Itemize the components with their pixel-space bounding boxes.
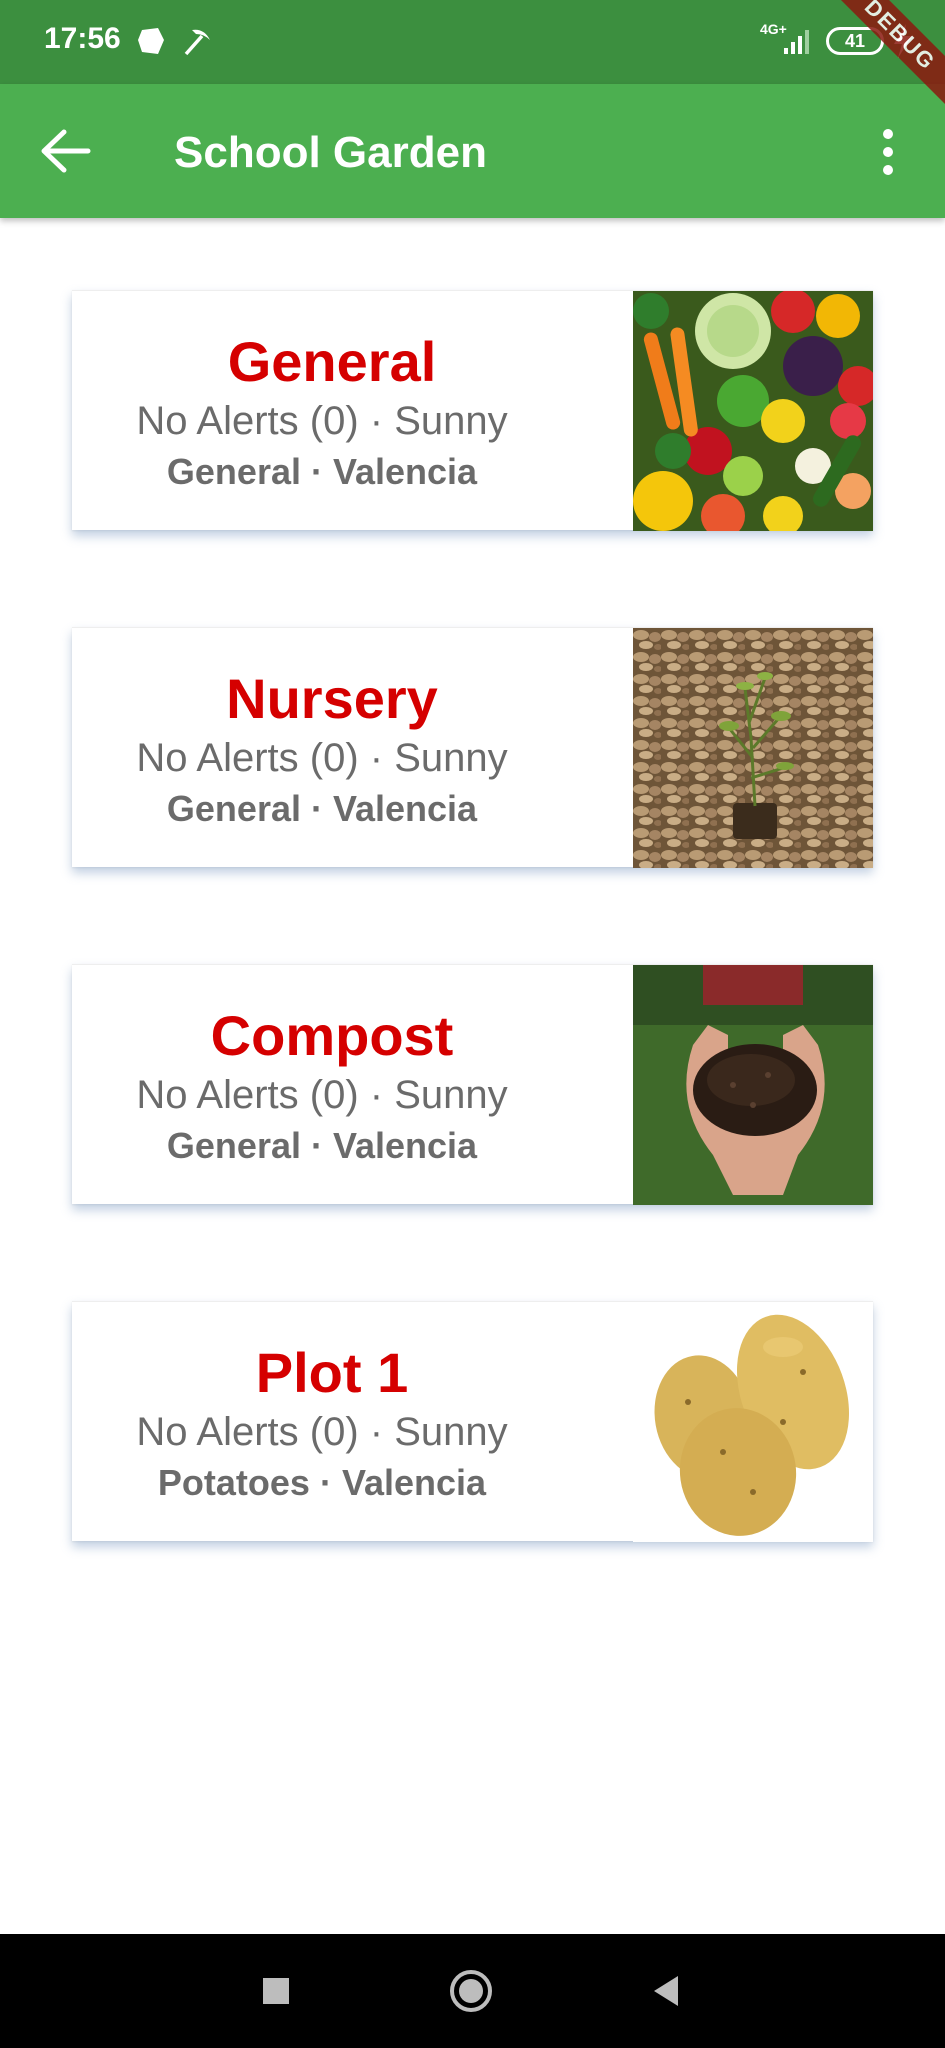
card-alerts: No Alerts (0) · Sunny — [136, 736, 508, 780]
card-text: Plot 1 No Alerts (0) · Sunny Potatoes · … — [72, 1302, 572, 1542]
vegetables-image — [633, 291, 873, 531]
card-alerts: No Alerts (0) · Sunny — [136, 1410, 508, 1454]
card-title: Nursery — [226, 667, 438, 730]
status-bar: 17:56 4G+ 41 — [0, 0, 945, 84]
card-alerts: No Alerts (0) · Sunny — [136, 399, 508, 443]
card-title: Compost — [210, 1004, 454, 1067]
more-options-icon[interactable] — [870, 122, 906, 182]
back-arrow-icon[interactable] — [38, 126, 92, 176]
card-alerts: No Alerts (0) · Sunny — [136, 1073, 508, 1117]
status-time: 17:56 — [44, 22, 121, 55]
network-type: 4G+ — [760, 21, 787, 37]
back-button[interactable] — [644, 1968, 690, 2014]
card-text: Nursery No Alerts (0) · Sunny General · … — [72, 628, 572, 868]
garden-card-general[interactable]: General No Alerts (0) · Sunny General · … — [72, 290, 873, 531]
garden-card-nursery[interactable]: Nursery No Alerts (0) · Sunny General · … — [72, 627, 873, 868]
card-location: General · Valencia — [166, 451, 478, 492]
battery-icon: 41 — [826, 27, 884, 55]
card-text: General No Alerts (0) · Sunny General · … — [72, 291, 572, 531]
garden-card-compost[interactable]: Compost No Alerts (0) · Sunny General · … — [72, 964, 873, 1205]
card-text: Compost No Alerts (0) · Sunny General · … — [72, 965, 572, 1205]
card-location: General · Valencia — [166, 788, 478, 829]
card-title: General — [227, 330, 437, 393]
recent-apps-button[interactable] — [253, 1968, 299, 2014]
signal-icon — [784, 30, 809, 54]
potatoes-image — [633, 1302, 873, 1542]
compost-image — [633, 965, 873, 1205]
card-title: Plot 1 — [255, 1341, 409, 1404]
system-navigation-bar — [0, 1934, 945, 2048]
app-bar: School Garden — [0, 84, 945, 218]
tools-icon — [184, 29, 210, 56]
card-location: Potatoes · Valencia — [157, 1462, 487, 1503]
page-title: School Garden — [174, 128, 487, 177]
card-location: General · Valencia — [166, 1125, 478, 1166]
battery-level: 41 — [844, 31, 866, 51]
seedling-image — [633, 628, 873, 868]
notification-app-icon — [138, 28, 164, 54]
garden-card-plot-1[interactable]: Plot 1 No Alerts (0) · Sunny Potatoes · … — [72, 1301, 873, 1542]
charging-bolt-icon — [894, 24, 912, 58]
home-button[interactable] — [448, 1968, 494, 2014]
